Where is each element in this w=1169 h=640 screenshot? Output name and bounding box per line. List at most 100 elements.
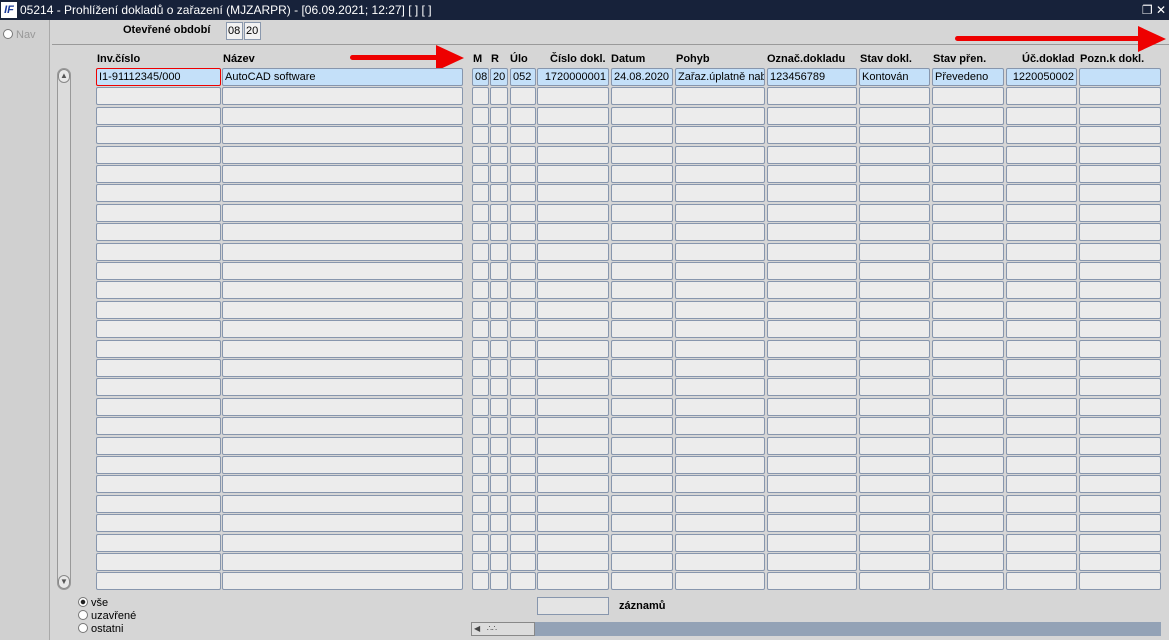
cell-cislo-dokl[interactable] xyxy=(537,184,609,203)
cell-stav-dokl[interactable] xyxy=(859,126,930,145)
cell-inv-cislo[interactable] xyxy=(96,494,221,513)
cell-oznac-dokladu[interactable] xyxy=(767,203,857,222)
cell-r[interactable] xyxy=(490,242,508,261)
cell-r[interactable] xyxy=(490,397,508,416)
cell-cislo-dokl[interactable] xyxy=(537,223,609,242)
cell-pozn-k-dokl[interactable] xyxy=(1079,165,1161,183)
cell-ulo[interactable] xyxy=(510,397,536,416)
cell-inv-cislo[interactable] xyxy=(96,339,221,358)
cell-nazev[interactable] xyxy=(222,456,463,474)
cell-ulo[interactable] xyxy=(510,300,536,319)
cell-nazev[interactable] xyxy=(222,145,463,164)
cell-stav-pren[interactable] xyxy=(932,475,1004,494)
cell-stav-dokl[interactable] xyxy=(859,184,930,203)
cell-inv-cislo[interactable] xyxy=(96,145,221,164)
cell-uc-doklad[interactable] xyxy=(1006,203,1077,222)
cell-r[interactable]: 20 xyxy=(490,68,508,86)
cell-stav-pren[interactable] xyxy=(932,106,1004,125)
cell-ulo[interactable] xyxy=(510,165,536,183)
nav-radio[interactable]: Nav xyxy=(3,29,36,41)
filter-radio-2[interactable]: ostatni xyxy=(78,623,123,635)
cell-nazev[interactable] xyxy=(222,106,463,125)
cell-datum[interactable] xyxy=(611,417,673,436)
cell-uc-doklad[interactable] xyxy=(1006,514,1077,533)
cell-stav-pren[interactable] xyxy=(932,359,1004,377)
cell-m[interactable] xyxy=(472,553,489,571)
cell-m[interactable] xyxy=(472,126,489,145)
cell-oznac-dokladu[interactable] xyxy=(767,87,857,106)
cell-cislo-dokl[interactable] xyxy=(537,87,609,106)
cell-r[interactable] xyxy=(490,300,508,319)
cell-r[interactable] xyxy=(490,339,508,358)
cell-r[interactable] xyxy=(490,572,508,591)
cell-pohyb[interactable] xyxy=(675,456,765,474)
cell-m[interactable] xyxy=(472,378,489,397)
cell-oznac-dokladu[interactable]: 123456789 xyxy=(767,68,857,86)
cell-ulo[interactable] xyxy=(510,262,536,280)
horizontal-scroll-thumb[interactable]: ◀ ∴∴ xyxy=(471,622,535,636)
cell-ulo[interactable] xyxy=(510,572,536,591)
cell-uc-doklad[interactable] xyxy=(1006,533,1077,552)
cell-uc-doklad[interactable] xyxy=(1006,223,1077,242)
cell-m[interactable] xyxy=(472,533,489,552)
cell-r[interactable] xyxy=(490,320,508,339)
cell-pozn-k-dokl[interactable] xyxy=(1079,223,1161,242)
cell-oznac-dokladu[interactable] xyxy=(767,572,857,591)
cell-m[interactable] xyxy=(472,165,489,183)
cell-datum[interactable] xyxy=(611,494,673,513)
cell-stav-dokl[interactable] xyxy=(859,533,930,552)
cell-stav-pren[interactable] xyxy=(932,242,1004,261)
cell-r[interactable] xyxy=(490,145,508,164)
cell-datum[interactable] xyxy=(611,553,673,571)
cell-stav-pren[interactable] xyxy=(932,572,1004,591)
cell-uc-doklad[interactable] xyxy=(1006,87,1077,106)
cell-stav-dokl[interactable] xyxy=(859,572,930,591)
cell-oznac-dokladu[interactable] xyxy=(767,494,857,513)
cell-cislo-dokl[interactable] xyxy=(537,106,609,125)
cell-pohyb[interactable] xyxy=(675,494,765,513)
vertical-scrollbar[interactable]: ▲ ▼ xyxy=(57,68,71,590)
cell-pohyb[interactable] xyxy=(675,320,765,339)
cell-oznac-dokladu[interactable] xyxy=(767,475,857,494)
cell-pozn-k-dokl[interactable] xyxy=(1079,203,1161,222)
cell-datum[interactable] xyxy=(611,397,673,416)
cell-nazev[interactable] xyxy=(222,339,463,358)
cell-inv-cislo[interactable] xyxy=(96,262,221,280)
cell-inv-cislo[interactable] xyxy=(96,320,221,339)
cell-datum[interactable] xyxy=(611,87,673,106)
cell-inv-cislo[interactable] xyxy=(96,417,221,436)
cell-m[interactable] xyxy=(472,475,489,494)
cell-stav-dokl[interactable] xyxy=(859,456,930,474)
cell-oznac-dokladu[interactable] xyxy=(767,553,857,571)
cell-inv-cislo[interactable] xyxy=(96,300,221,319)
cell-uc-doklad[interactable] xyxy=(1006,165,1077,183)
cell-oznac-dokladu[interactable] xyxy=(767,281,857,300)
cell-oznac-dokladu[interactable] xyxy=(767,514,857,533)
cell-uc-doklad[interactable] xyxy=(1006,184,1077,203)
cell-oznac-dokladu[interactable] xyxy=(767,145,857,164)
cell-stav-pren[interactable] xyxy=(932,203,1004,222)
cell-ulo[interactable] xyxy=(510,553,536,571)
cell-uc-doklad[interactable] xyxy=(1006,126,1077,145)
cell-stav-pren[interactable] xyxy=(932,87,1004,106)
cell-m[interactable] xyxy=(472,262,489,280)
cell-m[interactable] xyxy=(472,184,489,203)
cell-r[interactable] xyxy=(490,417,508,436)
cell-pohyb[interactable] xyxy=(675,262,765,280)
cell-oznac-dokladu[interactable] xyxy=(767,300,857,319)
cell-pohyb[interactable] xyxy=(675,106,765,125)
cell-pohyb[interactable] xyxy=(675,203,765,222)
cell-inv-cislo[interactable] xyxy=(96,456,221,474)
cell-m[interactable] xyxy=(472,281,489,300)
cell-datum[interactable] xyxy=(611,514,673,533)
cell-uc-doklad[interactable] xyxy=(1006,553,1077,571)
cell-pohyb[interactable] xyxy=(675,572,765,591)
cell-cislo-dokl[interactable] xyxy=(537,320,609,339)
cell-stav-dokl[interactable] xyxy=(859,359,930,377)
cell-nazev[interactable] xyxy=(222,184,463,203)
cell-cislo-dokl[interactable] xyxy=(537,281,609,300)
cell-datum[interactable] xyxy=(611,359,673,377)
cell-ulo[interactable] xyxy=(510,320,536,339)
cell-inv-cislo[interactable] xyxy=(96,126,221,145)
cell-stav-pren[interactable] xyxy=(932,514,1004,533)
